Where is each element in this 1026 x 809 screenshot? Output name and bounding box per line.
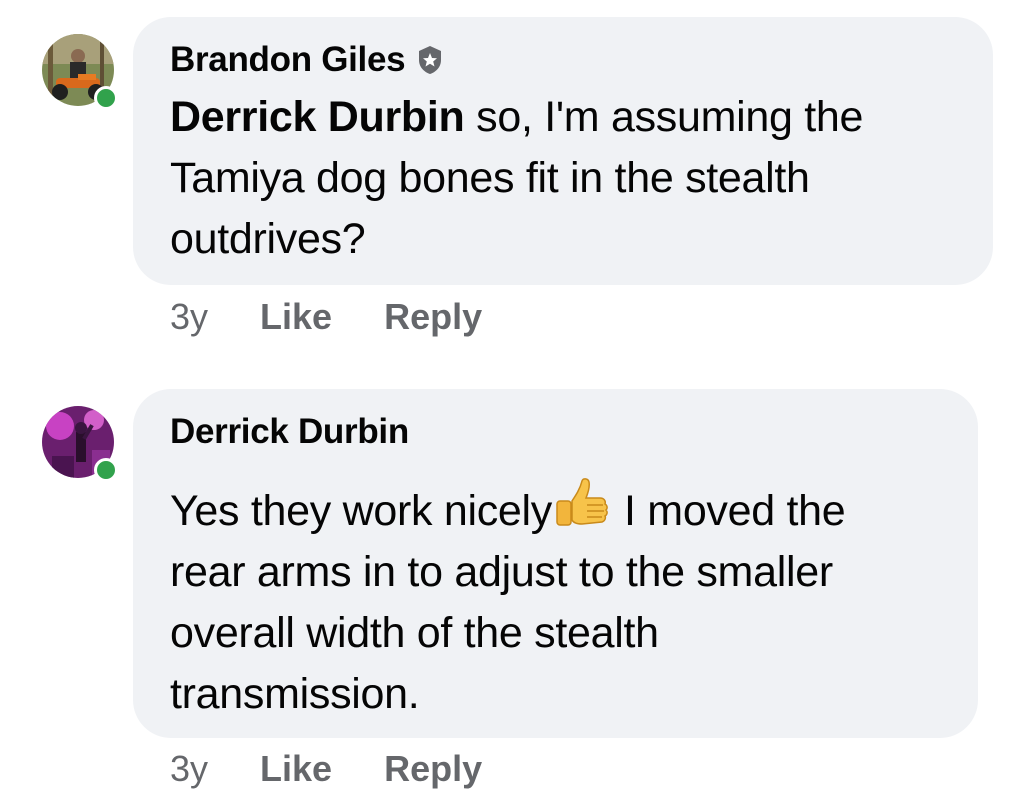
comment-text-line: rear arms in to adjust to the smaller [170,548,833,596]
comment-text: Derrick Durbin so, I'm assuming the Tami… [170,87,955,270]
author-name[interactable]: Brandon Giles [170,40,406,80]
comment-actions: 3y Like Reply [170,296,482,338]
comment-actions: 3y Like Reply [170,748,482,790]
comment-text-segment: so, I'm assuming the [464,93,864,141]
comment-text-line: Tamiya dog bones fit in the stealth [170,154,810,202]
comment-text: Yes they work nicely I moved the rear ar… [170,477,940,725]
avatar-brandon-giles[interactable] [42,34,118,110]
author-row: Derrick Durbin [170,411,940,453]
comment-text-line: outdrives? [170,215,366,263]
timestamp[interactable]: 3y [170,748,208,790]
comment-text-line: overall width of the stealth [170,609,659,657]
comment-text-segment: Yes they work nicely [170,487,552,535]
author-name[interactable]: Derrick Durbin [170,412,409,452]
like-button[interactable]: Like [260,748,332,790]
comment-text-segment: I moved the [624,487,846,535]
like-button[interactable]: Like [260,296,332,338]
reply-button[interactable]: Reply [384,296,482,338]
comment-bubble: Derrick Durbin Yes they work nicely I mo… [133,389,978,738]
comment-text-line: Yes they work nicely I moved the [170,477,940,542]
online-status-dot [94,86,118,110]
reply-button[interactable]: Reply [384,748,482,790]
comment-text-line: transmission. [170,670,420,718]
avatar-derrick-durbin[interactable] [42,406,118,482]
comment-text-line: Derrick Durbin so, I'm assuming the [170,87,955,148]
thumbs-up-emoji [552,477,610,535]
shield-star-icon[interactable] [417,45,443,75]
online-status-dot [94,458,118,482]
timestamp[interactable]: 3y [170,296,208,338]
author-row: Brandon Giles [170,39,955,81]
comment-bubble: Brandon Giles Derrick Durbin so, I'm ass… [133,17,993,285]
mention-link[interactable]: Derrick Durbin [170,93,465,141]
